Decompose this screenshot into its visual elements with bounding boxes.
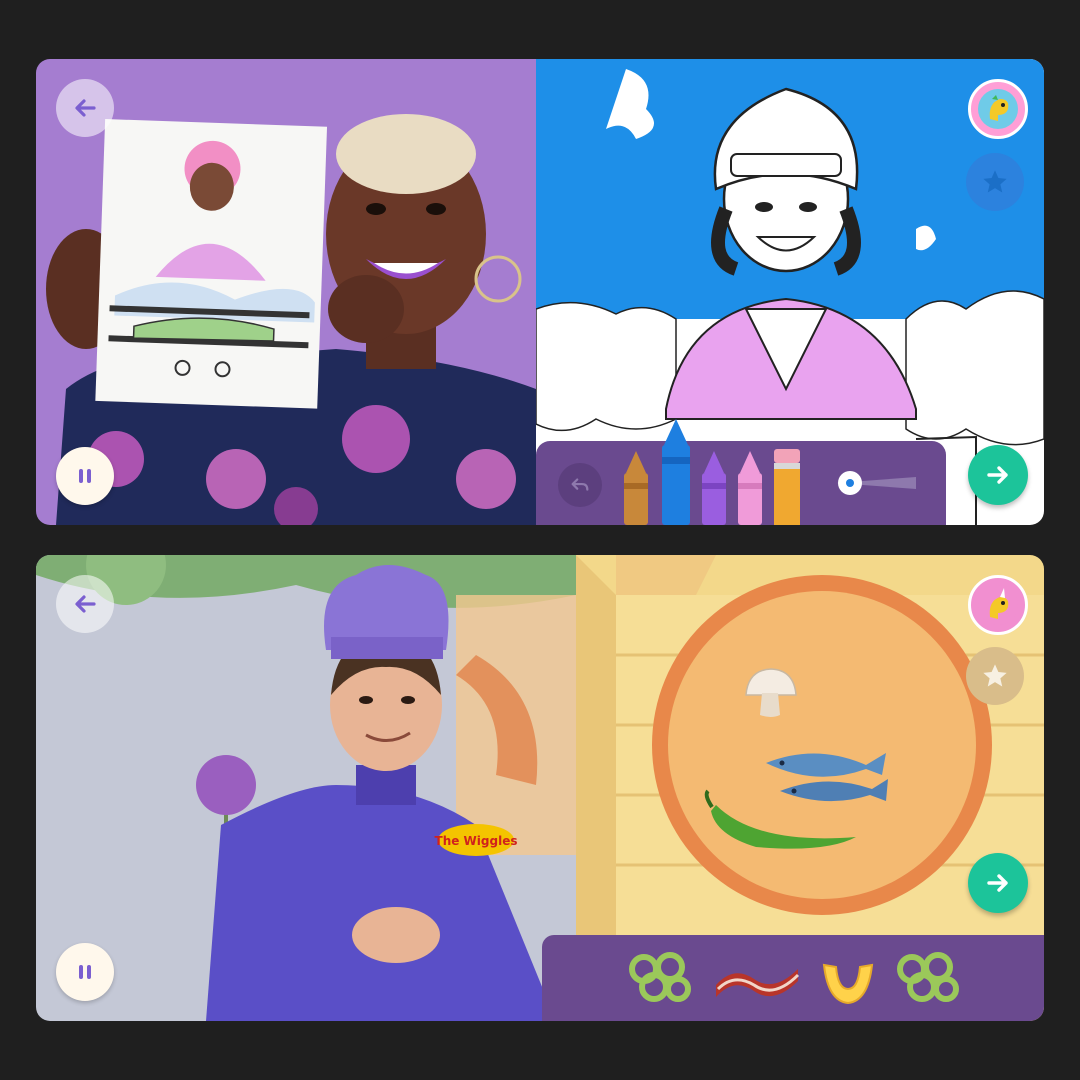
crayon-tray	[536, 419, 946, 525]
next-button[interactable]	[968, 853, 1028, 913]
blue-crayon-icon	[662, 419, 690, 525]
back-button[interactable]	[56, 79, 114, 137]
brown-crayon[interactable]	[622, 449, 650, 525]
profile-avatar-button[interactable]	[968, 575, 1028, 635]
star-icon	[983, 170, 1007, 193]
pink-crayon-icon	[738, 451, 762, 525]
chef-video-frame: The Wiggles	[36, 555, 576, 1021]
purple-crayon[interactable]	[700, 449, 728, 525]
left-arrow-icon	[75, 595, 96, 613]
coloring-canvas[interactable]	[536, 59, 1044, 525]
dinosaur-avatar-icon	[978, 89, 1018, 129]
coloring-activity-panel	[36, 59, 1044, 525]
host-video-frame	[36, 59, 536, 525]
rewards-star-button[interactable]	[966, 647, 1024, 705]
pizza-activity-panel: The Wiggles	[36, 555, 1044, 1021]
right-arrow-icon	[987, 466, 1008, 484]
green-pepper-icon	[897, 952, 959, 1002]
pause-button[interactable]	[56, 447, 114, 505]
purple-crayon-icon	[702, 451, 726, 525]
brush-size-slider-track	[836, 471, 916, 495]
svg-text:The Wiggles: The Wiggles	[435, 834, 518, 848]
brown-crayon-icon	[624, 451, 648, 525]
undo-button[interactable]	[558, 463, 602, 507]
pencil-icon	[774, 449, 800, 525]
pause-button[interactable]	[56, 943, 114, 1001]
left-arrow-icon	[75, 99, 96, 117]
pineapple-topping[interactable]	[818, 951, 878, 1007]
right-arrow-icon	[987, 874, 1008, 892]
blue-crayon[interactable]	[660, 417, 692, 525]
green-pepper-topping[interactable]	[894, 951, 962, 1005]
pencil[interactable]	[772, 447, 802, 525]
green-pepper-icon	[629, 952, 691, 1002]
pink-crayon[interactable]	[736, 449, 764, 525]
star-icon	[983, 664, 1007, 687]
pineapple-icon	[822, 963, 874, 1005]
unicorn-avatar-icon	[978, 585, 1018, 625]
pizza-video[interactable]: The Wiggles	[36, 555, 576, 1021]
bacon-topping[interactable]	[714, 955, 800, 1001]
coloring-video[interactable]	[36, 59, 536, 525]
toppings-tray	[542, 935, 1044, 1021]
rewards-star-button[interactable]	[966, 153, 1024, 211]
back-button[interactable]	[56, 575, 114, 633]
pause-icon	[79, 965, 91, 979]
green-pepper-topping[interactable]	[626, 951, 694, 1005]
next-button[interactable]	[968, 445, 1028, 505]
profile-avatar-button[interactable]	[968, 79, 1028, 139]
bacon-icon	[716, 969, 800, 997]
brush-size-slider[interactable]	[830, 471, 922, 495]
pause-icon	[79, 469, 91, 483]
undo-icon	[571, 478, 589, 491]
